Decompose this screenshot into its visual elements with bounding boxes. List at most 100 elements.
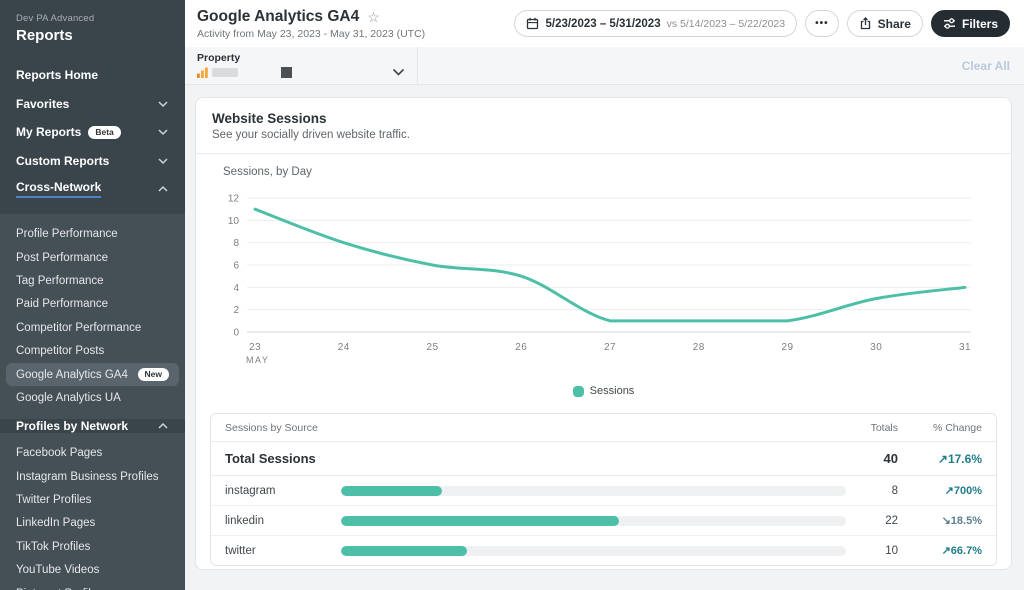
sidebar-item-favorites[interactable]: Favorites xyxy=(0,90,185,119)
date-range-label: 5/23/2023 – 5/31/2023 xyxy=(545,18,660,30)
chevron-up-icon xyxy=(157,421,169,431)
sidebar-item-label: Post Performance xyxy=(16,252,108,264)
clear-all-button[interactable]: Clear All xyxy=(962,59,1024,73)
sidebar-item-label: Profile Performance xyxy=(16,228,118,240)
more-options-button[interactable]: ••• xyxy=(805,10,839,37)
profiles-by-network-items: Facebook Pages Instagram Business Profile… xyxy=(0,433,185,590)
sidebar-item-label: Google Analytics UA xyxy=(16,392,121,404)
sidebar-item-label: Google Analytics GA4 xyxy=(16,369,128,381)
row-change-value: ↘18.5% xyxy=(898,514,982,527)
total-sessions-row: Total Sessions 40 ↗17.6% xyxy=(211,442,996,476)
sidebar-item-instagram-business-profiles[interactable]: Instagram Business Profiles xyxy=(0,465,185,488)
chevron-up-icon xyxy=(157,184,169,194)
row-bar-track xyxy=(341,546,846,556)
sidebar-item-google-analytics-ua[interactable]: Google Analytics UA xyxy=(0,386,185,409)
sidebar-item-google-analytics-ga4[interactable]: Google Analytics GA4New xyxy=(6,363,179,386)
beta-badge: Beta xyxy=(88,126,120,139)
sidebar-item-tag-performance[interactable]: Tag Performance xyxy=(0,269,185,292)
row-bar-fill xyxy=(341,486,442,496)
chevron-down-icon xyxy=(157,127,169,137)
row-source-label: twitter xyxy=(225,545,341,557)
y-axis-tick: 6 xyxy=(233,261,239,272)
column-header-source: Sessions by Source xyxy=(225,422,848,434)
sidebar-item-my-reports[interactable]: My Reports Beta xyxy=(0,118,185,147)
sidebar-item-linkedin-pages[interactable]: LinkedIn Pages xyxy=(0,512,185,535)
total-row-change: ↗17.6% xyxy=(898,452,982,466)
chevron-down-icon xyxy=(157,156,169,166)
property-label: Property xyxy=(197,52,405,64)
sidebar-item-youtube-videos[interactable]: YouTube Videos xyxy=(0,559,185,582)
table-row-instagram: instagram 8↗700% xyxy=(211,476,996,506)
x-axis-tick: 30 xyxy=(870,342,882,353)
chart-title: Sessions, by Day xyxy=(223,166,1011,178)
sidebar-item-post-performance[interactable]: Post Performance xyxy=(0,246,185,269)
sidebar-item-label: Tag Performance xyxy=(16,275,104,287)
title-block: Google Analytics GA4 ☆ Activity from May… xyxy=(197,8,514,40)
row-total-value: 8 xyxy=(848,485,898,497)
legend-swatch xyxy=(573,386,584,397)
report-content: Website Sessions See your socially drive… xyxy=(185,85,1024,590)
sidebar-item-label: My Reports xyxy=(16,125,81,139)
sidebar-item-tiktok-profiles[interactable]: TikTok Profiles xyxy=(0,535,185,558)
y-axis-tick: 0 xyxy=(233,328,239,339)
sidebar-item-twitter-profiles[interactable]: Twitter Profiles xyxy=(0,488,185,511)
row-source-label: instagram xyxy=(225,485,341,497)
sidebar-item-cross-network[interactable]: Cross-Network xyxy=(0,175,185,204)
sidebar-item-label: Favorites xyxy=(16,97,69,111)
section-label: Profiles by Network xyxy=(16,419,157,433)
cross-network-items: Profile Performance Post Performance Tag P… xyxy=(0,214,185,419)
sidebar-item-profiles-by-network[interactable]: Profiles by Network xyxy=(0,419,185,433)
sidebar-item-label: Facebook Pages xyxy=(16,447,102,459)
row-bar-fill xyxy=(341,546,467,556)
total-row-label: Total Sessions xyxy=(225,451,848,466)
legend-sessions[interactable]: Sessions xyxy=(196,385,1011,397)
favorite-star-icon[interactable]: ☆ xyxy=(367,10,380,24)
sessions-by-source-table: Sessions by Source Totals % Change Total… xyxy=(210,413,997,566)
legend-label: Sessions xyxy=(590,385,635,397)
y-axis-tick: 2 xyxy=(233,305,239,316)
table-row-linkedin: linkedin22↘18.5% xyxy=(211,506,996,536)
table-row-twitter: twitter10↗66.7% xyxy=(211,536,996,565)
sidebar-item-profile-performance[interactable]: Profile Performance xyxy=(0,223,185,246)
chart-container: 024681012232425262728293031MAY xyxy=(210,186,1011,373)
x-axis-tick: 28 xyxy=(693,342,705,353)
sidebar-item-competitor-posts[interactable]: Competitor Posts xyxy=(0,339,185,362)
sidebar-item-label: Cross-Network xyxy=(16,180,101,198)
date-compare-label: vs 5/14/2023 – 5/22/2023 xyxy=(667,18,786,30)
row-change-value: ↗700% xyxy=(898,484,982,497)
share-icon xyxy=(859,17,872,30)
row-bar-track xyxy=(341,486,846,496)
filters-icon xyxy=(943,17,956,30)
website-sessions-card: Website Sessions See your socially drive… xyxy=(195,97,1012,570)
sidebar-item-custom-reports[interactable]: Custom Reports xyxy=(0,147,185,176)
sidebar-item-facebook-pages[interactable]: Facebook Pages xyxy=(0,442,185,465)
sidebar-item-competitor-performance[interactable]: Competitor Performance xyxy=(0,316,185,339)
sidebar-item-pinterest-profiles[interactable]: Pinterest Profiles xyxy=(0,582,185,590)
row-total-value: 22 xyxy=(848,515,898,527)
x-axis-tick: 26 xyxy=(515,342,527,353)
property-dropdown[interactable]: Property xyxy=(185,47,418,84)
filters-button[interactable]: Filters xyxy=(931,10,1010,37)
main-area: Google Analytics GA4 ☆ Activity from May… xyxy=(185,0,1024,590)
sidebar-item-reports-home[interactable]: Reports Home xyxy=(0,61,185,90)
activity-range-subtitle: Activity from May 23, 2023 - May 31, 202… xyxy=(197,28,514,40)
sidebar: Dev PA Advanced Reports Reports Home Favo… xyxy=(0,0,185,590)
x-axis-tick: 24 xyxy=(338,342,350,353)
sidebar-item-label: Custom Reports xyxy=(16,154,109,168)
sidebar-item-label: Instagram Business Profiles xyxy=(16,471,159,483)
filter-bar: Property Clear All xyxy=(185,47,1024,85)
y-axis-tick: 12 xyxy=(228,194,240,205)
sidebar-item-paid-performance[interactable]: Paid Performance xyxy=(0,293,185,316)
date-range-button[interactable]: 5/23/2023 – 5/31/2023 vs 5/14/2023 – 5/2… xyxy=(514,10,797,37)
table-header-row: Sessions by Source Totals % Change xyxy=(211,414,996,442)
y-axis-tick: 10 xyxy=(228,216,240,227)
column-header-totals: Totals xyxy=(848,422,898,434)
x-axis-group-label: MAY xyxy=(246,355,269,365)
share-button[interactable]: Share xyxy=(847,10,923,37)
sidebar-item-label: Competitor Performance xyxy=(16,322,141,334)
sidebar-item-label: Paid Performance xyxy=(16,298,108,310)
chevron-down-icon xyxy=(157,99,169,109)
sidebar-header: Dev PA Advanced Reports xyxy=(0,0,185,53)
card-header: Website Sessions See your socially drive… xyxy=(196,98,1011,154)
app-title: Reports xyxy=(16,27,169,44)
